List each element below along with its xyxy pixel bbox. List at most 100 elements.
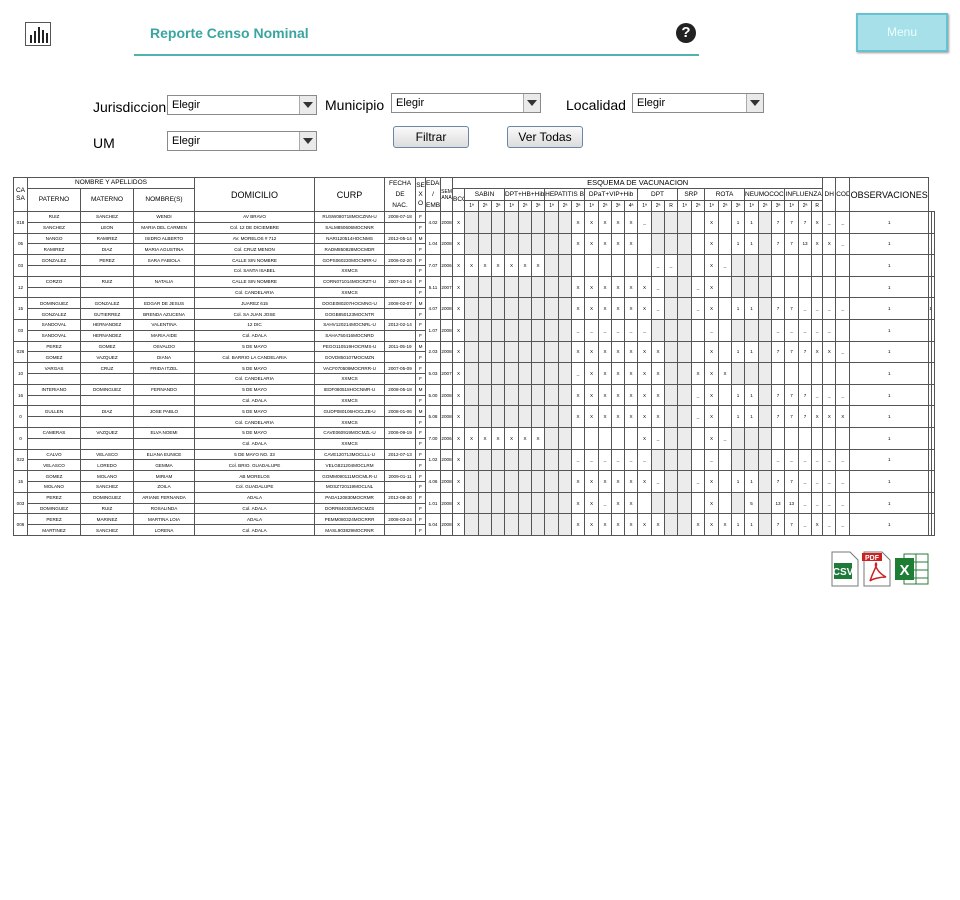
question-circle-icon[interactable]: ? — [676, 23, 696, 43]
cell-edad: 1.02 — [425, 448, 442, 472]
cell-vacuna: X — [571, 211, 586, 234]
cell-vacuna: 7 — [771, 211, 786, 234]
cell-vacuna — [835, 362, 851, 385]
cell-vacuna — [558, 470, 573, 493]
cell-vacuna — [758, 232, 773, 256]
table-row[interactable]: 026 PEREZ GOMEZ OSVALDO 5 DE MAYO PEGO110519H… — [13, 340, 935, 364]
cell-casa: 05 — [13, 232, 28, 256]
table-row[interactable]: 0 CAMERAS VAZQUEZ ELVA NOEMI 5 DE MAYO CAVE06… — [13, 426, 935, 450]
cell-vacuna: 1 — [744, 513, 760, 536]
cell-vacuna — [478, 470, 493, 493]
table-row[interactable]: 12 CORZO RUIZ NATALIA CALLE SIN NOMBRE CORN07… — [13, 275, 935, 299]
cell-vacuna — [691, 448, 706, 472]
cell-vacuna — [822, 362, 837, 385]
cell-vacuna: X — [598, 405, 613, 428]
table-row[interactable]: 03 SANDOVAL HERNANDEZ VALENTINA 12 DIC SAHV12… — [13, 318, 935, 342]
cell-vacuna — [677, 297, 693, 320]
cell-vacuna: _ — [835, 232, 851, 256]
cell-paterno: MOLANO — [27, 480, 81, 493]
table-row[interactable]: 10 VARGAS CRUZ FRIDA ITZEL 5 DE MAYO VACF0705… — [13, 362, 935, 385]
header-neumococo: NEUMOCOCO — [744, 187, 786, 202]
um-select[interactable]: Elegir — [167, 131, 317, 151]
cell-vacuna: _ — [784, 448, 800, 472]
cell-vacuna — [478, 513, 493, 536]
table-row[interactable]: 16 INTERIANO DOMINGUEZ FERNANDO 5 DE MAYO IED… — [13, 383, 935, 407]
cell-domicilio: Col. ADALA — [194, 329, 316, 342]
cell-vacuna — [491, 211, 506, 234]
cell-paterno: GOMEZ — [27, 351, 81, 364]
cell-vacuna — [504, 448, 520, 472]
cell-dh: 1 — [849, 448, 930, 472]
table-row[interactable]: 006 PEREZ MARINEZ MARTINA LOIA ADALA PEMM0803… — [13, 513, 935, 536]
cell-vacuna — [758, 448, 773, 472]
cell-curp: RUSW080718MOCZNN-U — [314, 211, 386, 223]
menu-button[interactable]: Menu — [856, 13, 948, 52]
cell-casa: 003 — [13, 491, 28, 515]
cell-semana: 2008 — [440, 405, 454, 428]
cell-materno: GOMEZ — [80, 340, 134, 353]
cell-materno — [80, 286, 134, 299]
cell-domicilio: Col. GUADALUPE — [194, 480, 316, 493]
cell-observaciones — [931, 383, 935, 407]
cell-vacuna — [624, 254, 639, 277]
jurisdiccion-select-value: Elegir — [172, 99, 201, 111]
table-row[interactable]: 018 RUIZ SANCHEZ WENDI AV BRAVO RUSW080718MOC… — [13, 211, 935, 234]
cell-casa: 0 — [13, 405, 28, 428]
cell-vacuna — [718, 318, 733, 342]
cell-casa: 0 — [13, 426, 28, 450]
table-row[interactable]: 03 GONZALEZ PEREZ SARA FABIOLA CALLE SIN NOM… — [13, 254, 935, 277]
cell-vacuna — [518, 340, 533, 364]
cell-vacuna: 7 — [784, 232, 800, 256]
cell-vacuna: _ — [835, 211, 851, 234]
table-row[interactable]: 003 PEREZ DOMINGUEZ ARIANE FERNANDA ADALA PAD… — [13, 491, 935, 515]
cell-vacuna: 1 — [744, 470, 760, 493]
header-influenza: INFLUENZA — [784, 187, 824, 202]
cell-vacuna: X — [637, 513, 653, 536]
dose-header: 2ª — [718, 200, 733, 212]
municipio-select[interactable]: Elegir — [391, 93, 541, 113]
cell-vacuna: 7 — [784, 297, 800, 320]
cell-vacuna — [677, 254, 693, 277]
pdf-export-icon[interactable]: PDF — [860, 551, 892, 587]
cell-casa: 16 — [13, 383, 28, 407]
cell-vacuna — [504, 513, 520, 536]
excel-export-icon[interactable]: X — [894, 551, 930, 587]
cell-fecha-nac — [384, 286, 417, 299]
cell-vacuna — [718, 297, 733, 320]
filtrar-button[interactable]: Filtrar — [393, 126, 469, 148]
cell-vacuna — [811, 275, 824, 299]
cell-materno: MARINEZ — [80, 513, 134, 526]
cell-vacuna: X — [811, 513, 824, 536]
cell-vacuna — [531, 297, 546, 320]
header-domicilio: DOMICILIO — [194, 177, 316, 212]
table-row[interactable]: 05 NANGO RAMIREZ ISIDRO ALBERTO AV. MORELOS … — [13, 232, 935, 256]
cell-vacuna — [664, 448, 679, 472]
dose-header: 1ª — [677, 200, 693, 212]
table-row[interactable]: 0 GULLEN DIAZ JOSE PABLO 5 DE MAYO GUDP080106… — [13, 405, 935, 428]
cell-edad: 1.04 — [425, 232, 442, 256]
cell-vacuna: _ — [811, 297, 824, 320]
cell-sexo: F — [415, 491, 427, 504]
jurisdiccion-select[interactable]: Elegir — [167, 95, 317, 115]
cell-vacuna: X — [611, 383, 626, 407]
table-row[interactable]: 15 GOMEZ MOLANO MIRIAM AB MORELOS GOMM090111M… — [13, 470, 935, 493]
cell-semana: 2008 — [440, 513, 454, 536]
cell-sexo: F — [415, 372, 427, 385]
csv-export-icon[interactable]: CSV — [830, 551, 860, 587]
cell-vacuna: X — [584, 232, 600, 256]
cell-nombre — [132, 416, 196, 428]
cell-vacuna — [677, 513, 693, 536]
table-row[interactable]: 022 CALVO VELASCO ELIANA EUNICE 5 DE MAYO NO… — [13, 448, 935, 472]
ver-todas-button[interactable]: Ver Todas — [507, 126, 583, 148]
localidad-select[interactable]: Elegir — [632, 93, 764, 113]
cell-fecha-nac — [384, 372, 417, 385]
cell-vacuna — [464, 362, 480, 385]
cell-materno — [80, 437, 134, 450]
cell-vacuna — [544, 448, 560, 472]
table-row[interactable]: 15 DOMINGUEZ GONZALEZ EDGAR DE JESUS JUAREZ … — [13, 297, 935, 320]
cell-vacuna: X — [598, 232, 613, 256]
cell-vacuna — [758, 405, 773, 428]
cell-curp: XXMCS — [314, 416, 386, 428]
cell-paterno: SANDOVAL — [27, 329, 81, 342]
dose-header: 2ª — [478, 200, 493, 212]
